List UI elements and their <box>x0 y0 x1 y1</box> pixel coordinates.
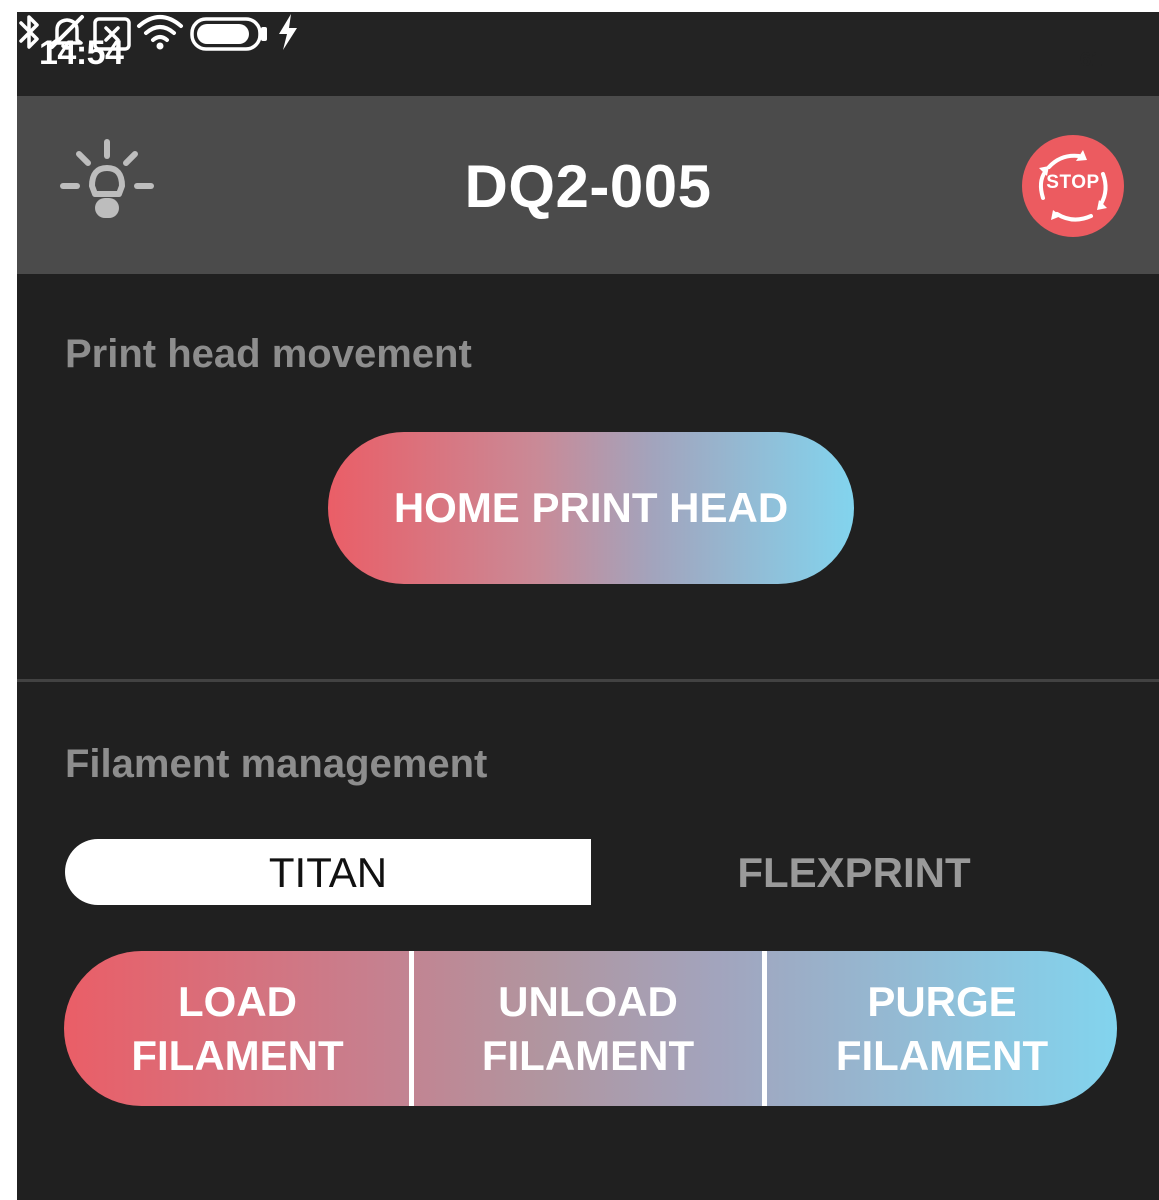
section-divider <box>17 679 1159 682</box>
unload-filament-button[interactable]: UNLOAD FILAMENT <box>414 951 762 1106</box>
filament-heading: Filament management <box>65 742 488 786</box>
unload-filament-label-2: FILAMENT <box>481 1031 695 1079</box>
unload-filament-label-1: UNLOAD <box>498 977 678 1025</box>
load-filament-label-2: FILAMENT <box>131 1031 344 1079</box>
purge-filament-label-1: PURGE <box>867 977 1017 1025</box>
wifi-icon <box>137 15 184 50</box>
purge-filament-label-2: FILAMENT <box>835 1031 1049 1079</box>
app-bar: DQ2-005 STOP <box>17 96 1159 274</box>
tab-titan[interactable]: TITAN <box>65 839 591 905</box>
charging-icon <box>279 14 298 50</box>
print-head-heading: Print head movement <box>65 332 472 376</box>
battery-icon <box>190 17 267 51</box>
purge-filament-button[interactable]: PURGE FILAMENT <box>767 951 1117 1106</box>
battery-level: 61 <box>1079 49 1103 71</box>
status-time: 14:54 <box>39 34 124 72</box>
app-screen: 14:54 61 DQ2-005 STOP Print head movemen… <box>17 12 1159 1200</box>
tab-flexprint[interactable]: FLEXPRINT <box>591 839 1117 905</box>
load-filament-button[interactable]: LOAD FILAMENT <box>64 951 411 1106</box>
home-print-head-button[interactable]: HOME PRINT HEAD <box>328 432 854 584</box>
filament-actions: LOAD FILAMENT UNLOAD FILAMENT PURGE FILA… <box>64 951 1117 1106</box>
printer-title: DQ2-005 <box>464 153 712 220</box>
status-bar: 14:54 61 <box>17 12 1159 96</box>
load-filament-label-1: LOAD <box>178 977 297 1025</box>
stop-label: STOP <box>1046 172 1100 193</box>
